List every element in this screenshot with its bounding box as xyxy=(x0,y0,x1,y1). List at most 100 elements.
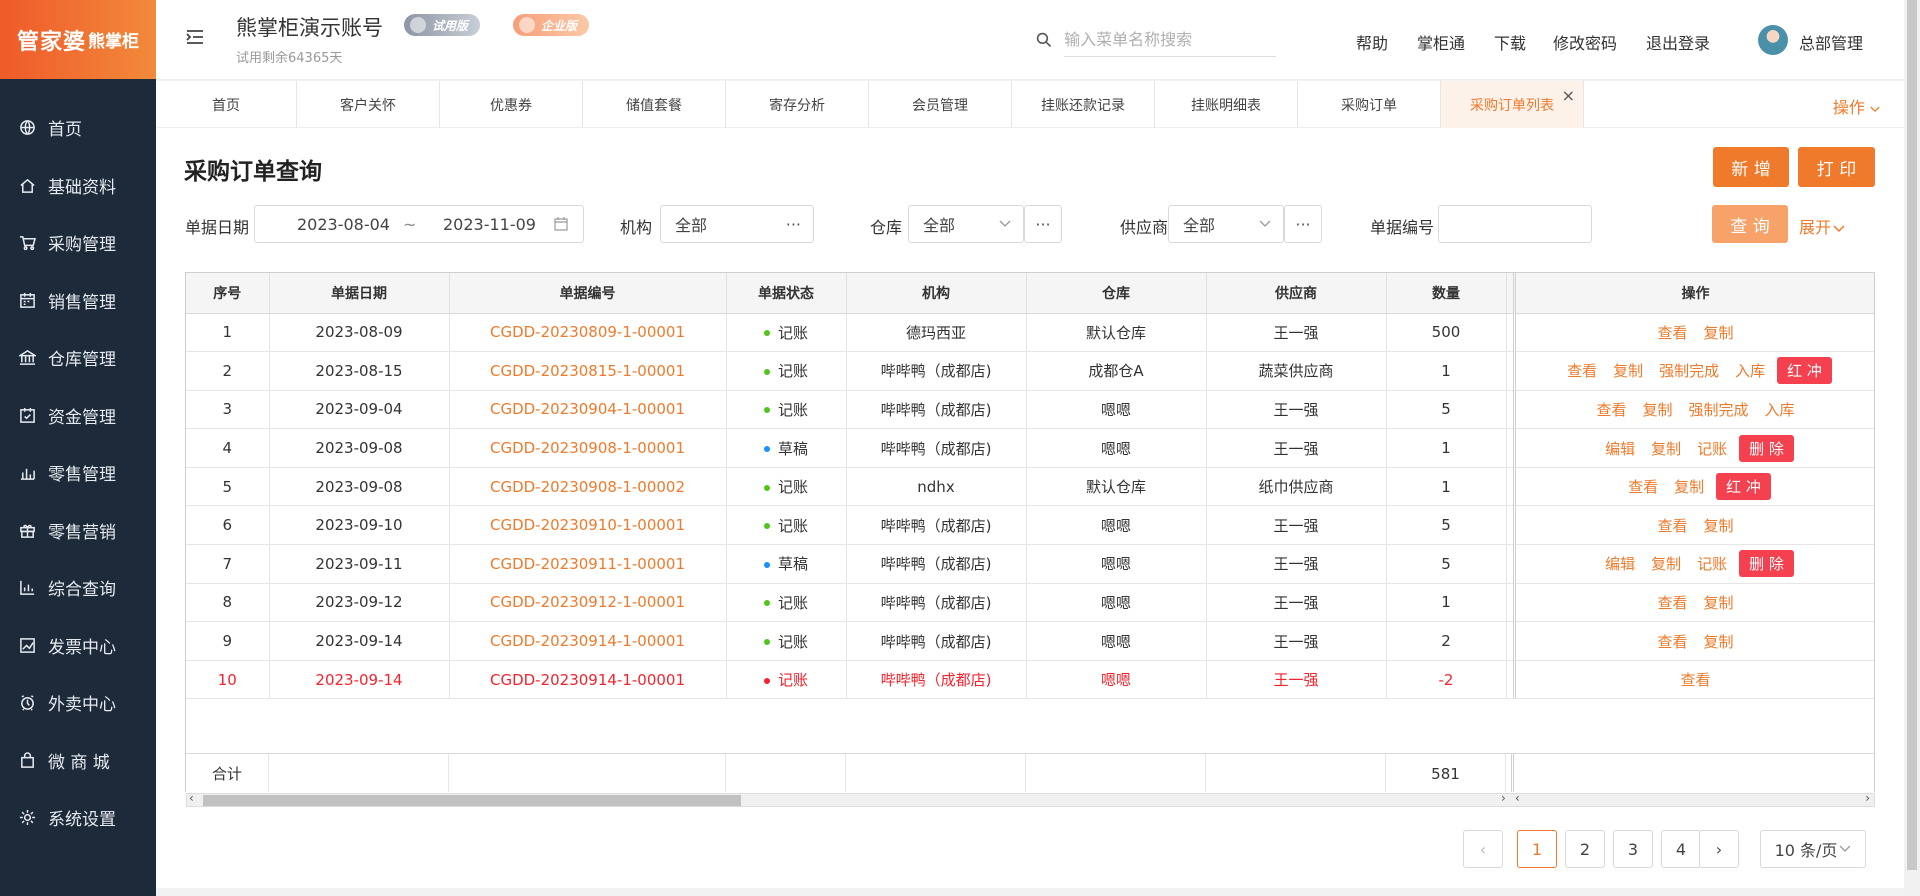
prev-page-button[interactable]: ‹ xyxy=(1463,830,1503,868)
page-size-select[interactable]: 10 条/页 xyxy=(1760,830,1866,868)
app-link[interactable]: 掌柜通 xyxy=(1417,30,1465,54)
help-link[interactable]: 帮助 xyxy=(1356,30,1388,54)
page-button-2[interactable]: 2 xyxy=(1565,830,1605,868)
tab-operations-menu[interactable]: 操作 xyxy=(1833,94,1880,118)
new-button[interactable]: 新 增 xyxy=(1713,147,1789,187)
sidebar-item-0[interactable]: 首页 xyxy=(0,99,156,157)
row-action-link[interactable]: 查看 xyxy=(1657,517,1687,535)
row-action-link[interactable]: 查看 xyxy=(1657,633,1687,651)
sidebar-item-5[interactable]: 资金管理 xyxy=(0,387,156,445)
tab-2[interactable]: 优惠券 xyxy=(440,81,583,128)
column-header[interactable]: 单据编号 xyxy=(449,273,727,314)
sidebar-item-1[interactable]: 基础资料 xyxy=(0,157,156,215)
expand-button[interactable]: 展开 xyxy=(1799,214,1845,238)
vertical-scroll-thumb[interactable] xyxy=(1907,0,1917,870)
column-header[interactable]: 数量 xyxy=(1386,273,1507,314)
tab-6[interactable]: 挂账还款记录 xyxy=(1012,81,1155,128)
row-action-link[interactable]: 查看 xyxy=(1680,671,1710,689)
table-row[interactable]: 10 2023-09-14 CGDD-20230914-1-00001 记账 哔哔鸭（成… xyxy=(186,660,1874,700)
next-page-button[interactable]: › xyxy=(1699,830,1739,868)
row-action-link[interactable]: 复制 xyxy=(1704,633,1734,651)
scroll-thumb[interactable] xyxy=(203,795,741,806)
column-header[interactable]: 供应商 xyxy=(1206,273,1387,314)
column-header[interactable]: 单据日期 xyxy=(269,273,450,314)
menu-search-input[interactable] xyxy=(1064,23,1276,57)
row-action-link[interactable]: 入库 xyxy=(1765,401,1795,419)
row-action-link[interactable]: 复制 xyxy=(1704,594,1734,612)
order-code-link[interactable]: CGDD-20230912-1-00001 xyxy=(490,593,685,611)
sidebar-item-2[interactable]: 采购管理 xyxy=(0,214,156,272)
download-link[interactable]: 下载 xyxy=(1494,30,1526,54)
order-code-link[interactable]: CGDD-20230908-1-00001 xyxy=(490,439,685,457)
sidebar-item-11[interactable]: 微 商 城 xyxy=(0,732,156,790)
code-input[interactable] xyxy=(1438,205,1592,243)
more-icon[interactable]: ··· xyxy=(786,215,801,234)
sidebar-item-10[interactable]: 外卖中心 xyxy=(0,674,156,732)
order-code-link[interactable]: CGDD-20230914-1-00001 xyxy=(490,671,685,689)
column-header[interactable]: 仓库 xyxy=(1026,273,1207,314)
warehouse-more-button[interactable]: ··· xyxy=(1024,205,1062,243)
row-action-link[interactable]: 复制 xyxy=(1651,555,1681,573)
table-row[interactable]: 4 2023-09-08 CGDD-20230908-1-00001 草稿 哔哔鸭（成都… xyxy=(186,428,1874,468)
logout-link[interactable]: 退出登录 xyxy=(1646,30,1710,54)
tab-5[interactable]: 会员管理 xyxy=(869,81,1012,128)
scroll-left-icon[interactable]: ‹ xyxy=(189,791,194,805)
row-action-link[interactable]: 复制 xyxy=(1651,440,1681,458)
column-header[interactable]: 单据状态 xyxy=(726,273,847,314)
sidebar-item-7[interactable]: 零售营销 xyxy=(0,502,156,560)
row-action-link[interactable]: 查看 xyxy=(1657,324,1687,342)
scroll-right-icon[interactable]: › xyxy=(1501,791,1506,805)
row-action-link[interactable]: 复制 xyxy=(1704,517,1734,535)
order-code-link[interactable]: CGDD-20230815-1-00001 xyxy=(490,362,685,380)
table-row[interactable]: 9 2023-09-14 CGDD-20230914-1-00001 记账 哔哔鸭（成都… xyxy=(186,621,1874,661)
column-header[interactable]: 序号 xyxy=(186,273,270,314)
table-row[interactable]: 2 2023-08-15 CGDD-20230815-1-00001 记账 哔哔鸭（成都… xyxy=(186,351,1874,391)
row-action-link[interactable]: 编辑 xyxy=(1605,555,1635,573)
query-button[interactable]: 查 询 xyxy=(1712,205,1788,243)
order-code-link[interactable]: CGDD-20230908-1-00002 xyxy=(490,478,685,496)
tab-1[interactable]: 客户关怀 xyxy=(297,81,440,128)
tab-3[interactable]: 储值套餐 xyxy=(583,81,726,128)
row-action-link[interactable]: 入库 xyxy=(1735,362,1765,380)
row-action-link[interactable]: 查看 xyxy=(1628,478,1658,496)
tab-0[interactable]: 首页 xyxy=(156,81,297,128)
row-action-link[interactable]: 记账 xyxy=(1697,555,1727,573)
tab-7[interactable]: 挂账明细表 xyxy=(1155,81,1298,128)
tab-4[interactable]: 寄存分析 xyxy=(726,81,869,128)
org-select[interactable]: 全部 ··· xyxy=(660,205,814,243)
row-danger-button[interactable]: 红 冲 xyxy=(1777,357,1832,385)
scroll-left-icon[interactable]: ‹ xyxy=(1515,791,1520,805)
date-to[interactable]: 2023-11-09 xyxy=(443,215,536,234)
page-button-1[interactable]: 1 xyxy=(1517,830,1557,868)
table-row[interactable]: 1 2023-08-09 CGDD-20230809-1-00001 记账 德玛西亚 默认… xyxy=(186,313,1874,353)
order-code-link[interactable]: CGDD-20230809-1-00001 xyxy=(490,323,685,341)
column-header[interactable]: 操作 xyxy=(1514,273,1874,314)
row-action-link[interactable]: 强制完成 xyxy=(1689,401,1749,419)
row-action-link[interactable]: 记账 xyxy=(1697,440,1727,458)
horizontal-scrollbar[interactable]: ‹ › ‹ › xyxy=(186,791,1875,807)
row-action-link[interactable]: 复制 xyxy=(1613,362,1643,380)
row-action-link[interactable]: 复制 xyxy=(1704,324,1734,342)
date-range-picker[interactable]: 2023-08-04 ~ 2023-11-09 xyxy=(254,205,584,243)
vertical-scrollbar[interactable] xyxy=(1904,0,1920,896)
row-action-link[interactable]: 强制完成 xyxy=(1659,362,1719,380)
table-row[interactable]: 6 2023-09-10 CGDD-20230910-1-00001 记账 哔哔鸭（成都… xyxy=(186,505,1874,546)
table-row[interactable]: 8 2023-09-12 CGDD-20230912-1-00001 记账 哔哔鸭（成都… xyxy=(186,583,1874,623)
sidebar-item-3[interactable]: 销售管理 xyxy=(0,272,156,330)
row-action-link[interactable]: 查看 xyxy=(1657,594,1687,612)
sidebar-item-12[interactable]: 系统设置 xyxy=(0,789,156,847)
page-button-3[interactable]: 3 xyxy=(1613,830,1653,868)
row-action-link[interactable]: 编辑 xyxy=(1605,440,1635,458)
change-password-link[interactable]: 修改密码 xyxy=(1553,30,1617,54)
menu-toggle-icon[interactable] xyxy=(184,26,206,48)
supplier-select[interactable]: 全部 xyxy=(1168,205,1284,243)
sidebar-item-9[interactable]: 发票中心 xyxy=(0,617,156,675)
row-danger-button[interactable]: 红 冲 xyxy=(1716,473,1771,501)
table-row[interactable]: 5 2023-09-08 CGDD-20230908-1-00002 记账 ndhx 默认… xyxy=(186,467,1874,507)
table-row[interactable]: 7 2023-09-11 CGDD-20230911-1-00001 草稿 哔哔鸭（成都… xyxy=(186,544,1874,584)
order-code-link[interactable]: CGDD-20230914-1-00001 xyxy=(490,632,685,650)
supplier-more-button[interactable]: ··· xyxy=(1284,205,1322,243)
row-action-link[interactable]: 复制 xyxy=(1674,478,1704,496)
warehouse-select[interactable]: 全部 xyxy=(908,205,1024,243)
order-code-link[interactable]: CGDD-20230904-1-00001 xyxy=(490,400,685,418)
